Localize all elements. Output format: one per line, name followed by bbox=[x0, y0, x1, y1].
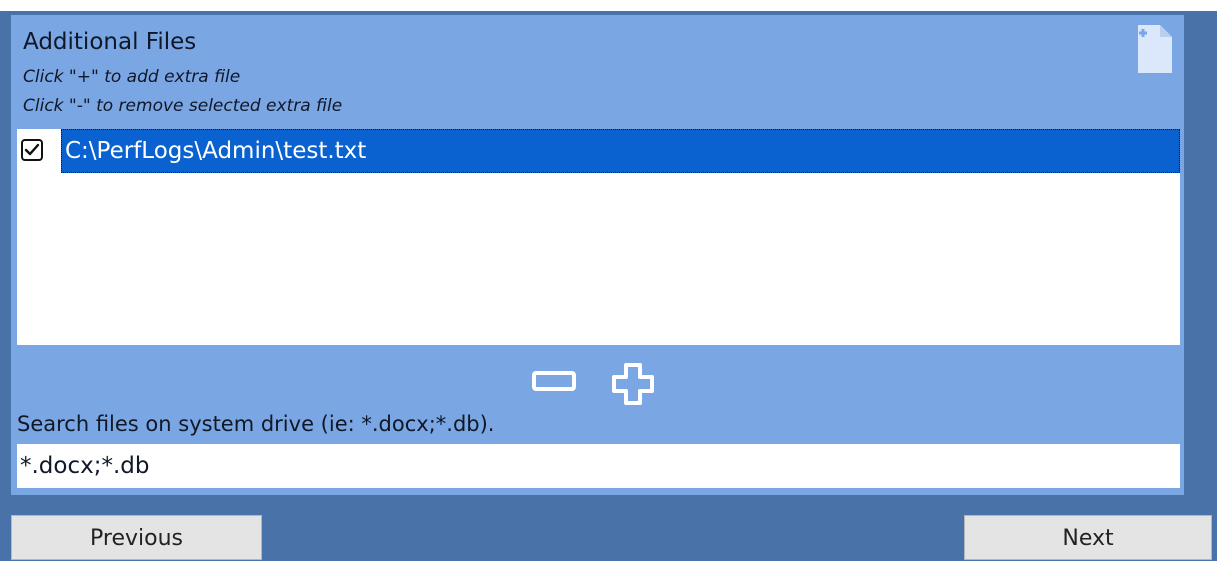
window-top-strip bbox=[0, 0, 1217, 11]
previous-button[interactable]: Previous bbox=[11, 515, 262, 560]
search-input[interactable] bbox=[17, 444, 1180, 488]
additional-files-panel: Additional Files Click "+" to add extra … bbox=[11, 15, 1184, 495]
remove-file-button[interactable] bbox=[532, 370, 576, 394]
next-button[interactable]: Next bbox=[964, 515, 1212, 560]
add-file-hint: Click "+" to add extra file bbox=[23, 67, 241, 87]
list-item[interactable]: C:\PerfLogs\Admin\test.txt bbox=[17, 129, 1180, 173]
file-path-label[interactable]: C:\PerfLogs\Admin\test.txt bbox=[61, 129, 1180, 173]
file-checkbox[interactable] bbox=[21, 139, 43, 161]
extra-files-list[interactable]: C:\PerfLogs\Admin\test.txt bbox=[17, 129, 1180, 345]
search-label: Search files on system drive (ie: *.docx… bbox=[17, 412, 495, 436]
checkmark-icon bbox=[24, 143, 40, 156]
add-file-button[interactable] bbox=[611, 362, 655, 406]
panel-title: Additional Files bbox=[23, 29, 197, 55]
remove-file-hint: Click "-" to remove selected extra file bbox=[23, 96, 343, 116]
file-add-icon bbox=[1138, 25, 1172, 73]
